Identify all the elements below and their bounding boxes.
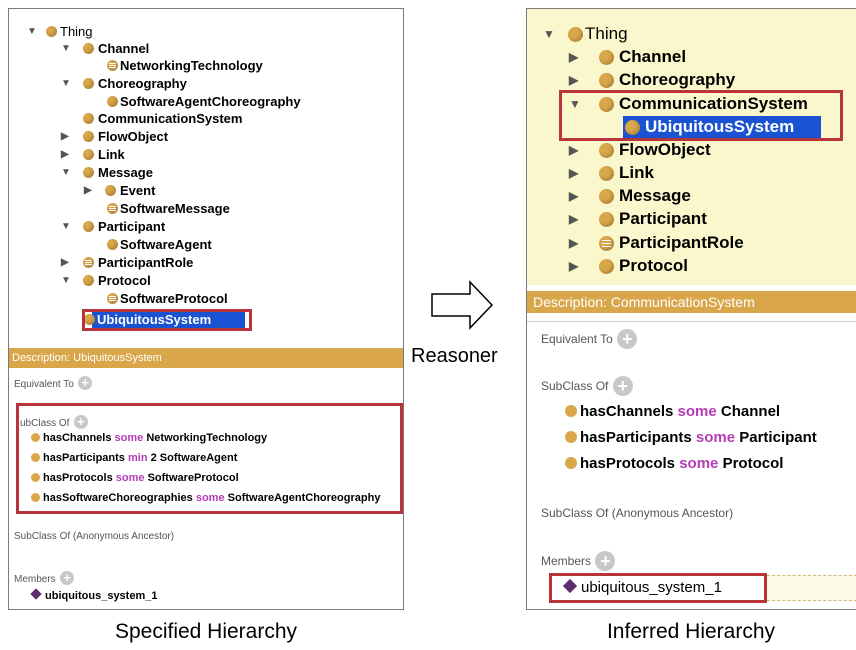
- description-header: Description: CommunicationSystem: [527, 291, 856, 313]
- member-row-background: [767, 575, 856, 601]
- expand-triangle-icon[interactable]: ▼: [61, 40, 71, 57]
- class-icon: [46, 26, 57, 37]
- collapse-triangle-icon[interactable]: ▶: [569, 69, 578, 91]
- collapse-triangle-icon[interactable]: ▶: [569, 255, 578, 277]
- collapse-triangle-icon[interactable]: ▶: [569, 139, 578, 161]
- class-icon: [83, 221, 94, 232]
- expand-triangle-icon[interactable]: ▼: [61, 218, 71, 235]
- equivalent-to-section: Equivalent To +: [14, 374, 93, 392]
- defined-class-icon: [107, 293, 118, 304]
- class-icon: [83, 149, 94, 160]
- add-icon[interactable]: +: [60, 570, 75, 585]
- class-icon: [599, 166, 614, 181]
- collapse-triangle-icon[interactable]: ▶: [569, 232, 578, 254]
- expand-triangle-icon[interactable]: ▼: [27, 23, 37, 40]
- class-icon: [599, 143, 614, 158]
- members-section: Members +: [541, 551, 616, 571]
- individual-icon: [30, 588, 42, 600]
- expand-triangle-icon[interactable]: ▼: [61, 75, 71, 92]
- collapse-triangle-icon[interactable]: ▶: [569, 162, 578, 184]
- class-icon: [568, 27, 583, 42]
- expand-triangle-icon[interactable]: ▼: [543, 23, 555, 45]
- subclass-axiom[interactable]: hasChannels some Channel: [565, 400, 780, 424]
- subclass-axiom[interactable]: hasProtocols some Protocol: [565, 452, 783, 476]
- defined-class-icon: [599, 236, 614, 251]
- collapse-triangle-icon[interactable]: ▶: [569, 208, 578, 230]
- individual-icon: [562, 578, 578, 594]
- divider: [527, 313, 856, 322]
- defined-class-icon: [107, 60, 118, 71]
- class-icon: [599, 189, 614, 204]
- member-item[interactable]: ubiquitous_system_1: [562, 576, 722, 600]
- collapse-triangle-icon[interactable]: ▶: [61, 254, 71, 271]
- anonymous-ancestor-section: SubClass Of (Anonymous Ancestor): [14, 531, 175, 542]
- class-icon: [83, 275, 94, 286]
- defined-class-icon: [107, 203, 118, 214]
- collapse-triangle-icon[interactable]: ▶: [569, 185, 578, 207]
- class-icon: [599, 212, 614, 227]
- collapse-triangle-icon[interactable]: ▶: [61, 146, 71, 163]
- reasoner-label: Reasoner: [411, 345, 498, 367]
- class-icon: [83, 167, 94, 178]
- defined-class-icon: [83, 257, 94, 268]
- caption-specified: Specified Hierarchy: [114, 620, 298, 643]
- collapse-triangle-icon[interactable]: ▶: [569, 46, 578, 68]
- annotation-box: [559, 90, 843, 141]
- right-arrow-icon: [431, 280, 494, 330]
- class-icon: [599, 73, 614, 88]
- class-icon: [565, 431, 577, 443]
- members-section: Members +: [14, 569, 75, 587]
- annotation-box: [16, 403, 403, 514]
- add-icon[interactable]: +: [78, 375, 93, 390]
- description-header: Description: UbiquitousSystem: [9, 348, 403, 368]
- subclass-of-section: SubClass Of +: [541, 376, 633, 396]
- member-item[interactable]: ubiquitous_system_1: [30, 587, 157, 605]
- class-icon: [565, 457, 577, 469]
- subclass-axiom[interactable]: hasParticipants some Participant: [565, 426, 817, 450]
- expand-triangle-icon[interactable]: ▼: [61, 164, 71, 181]
- class-icon: [107, 96, 118, 107]
- class-icon: [599, 50, 614, 65]
- add-icon[interactable]: +: [612, 376, 633, 396]
- class-icon: [83, 78, 94, 89]
- collapse-triangle-icon[interactable]: ▶: [61, 128, 71, 145]
- class-icon: [83, 113, 94, 124]
- annotation-box: [82, 309, 252, 331]
- class-icon: [107, 239, 118, 250]
- inferred-hierarchy-panel: ▼ Thing ▶ Channel ▶ Choreography ▼ Commu…: [526, 8, 856, 610]
- add-icon[interactable]: +: [617, 329, 638, 349]
- equivalent-to-section: Equivalent To +: [541, 329, 638, 349]
- collapse-triangle-icon[interactable]: ▶: [84, 182, 94, 199]
- class-icon: [565, 405, 577, 417]
- expand-triangle-icon[interactable]: ▼: [61, 272, 71, 289]
- anonymous-ancestor-section: SubClass Of (Anonymous Ancestor): [541, 506, 734, 520]
- class-icon: [105, 185, 116, 196]
- add-icon[interactable]: +: [595, 551, 616, 571]
- class-icon: [83, 131, 94, 142]
- class-icon: [83, 43, 94, 54]
- specified-hierarchy-panel: ▼ Thing ▼ Channel NetworkingTechnology ▼…: [8, 8, 404, 610]
- class-icon: [599, 259, 614, 274]
- caption-inferred: Inferred Hierarchy: [606, 620, 776, 643]
